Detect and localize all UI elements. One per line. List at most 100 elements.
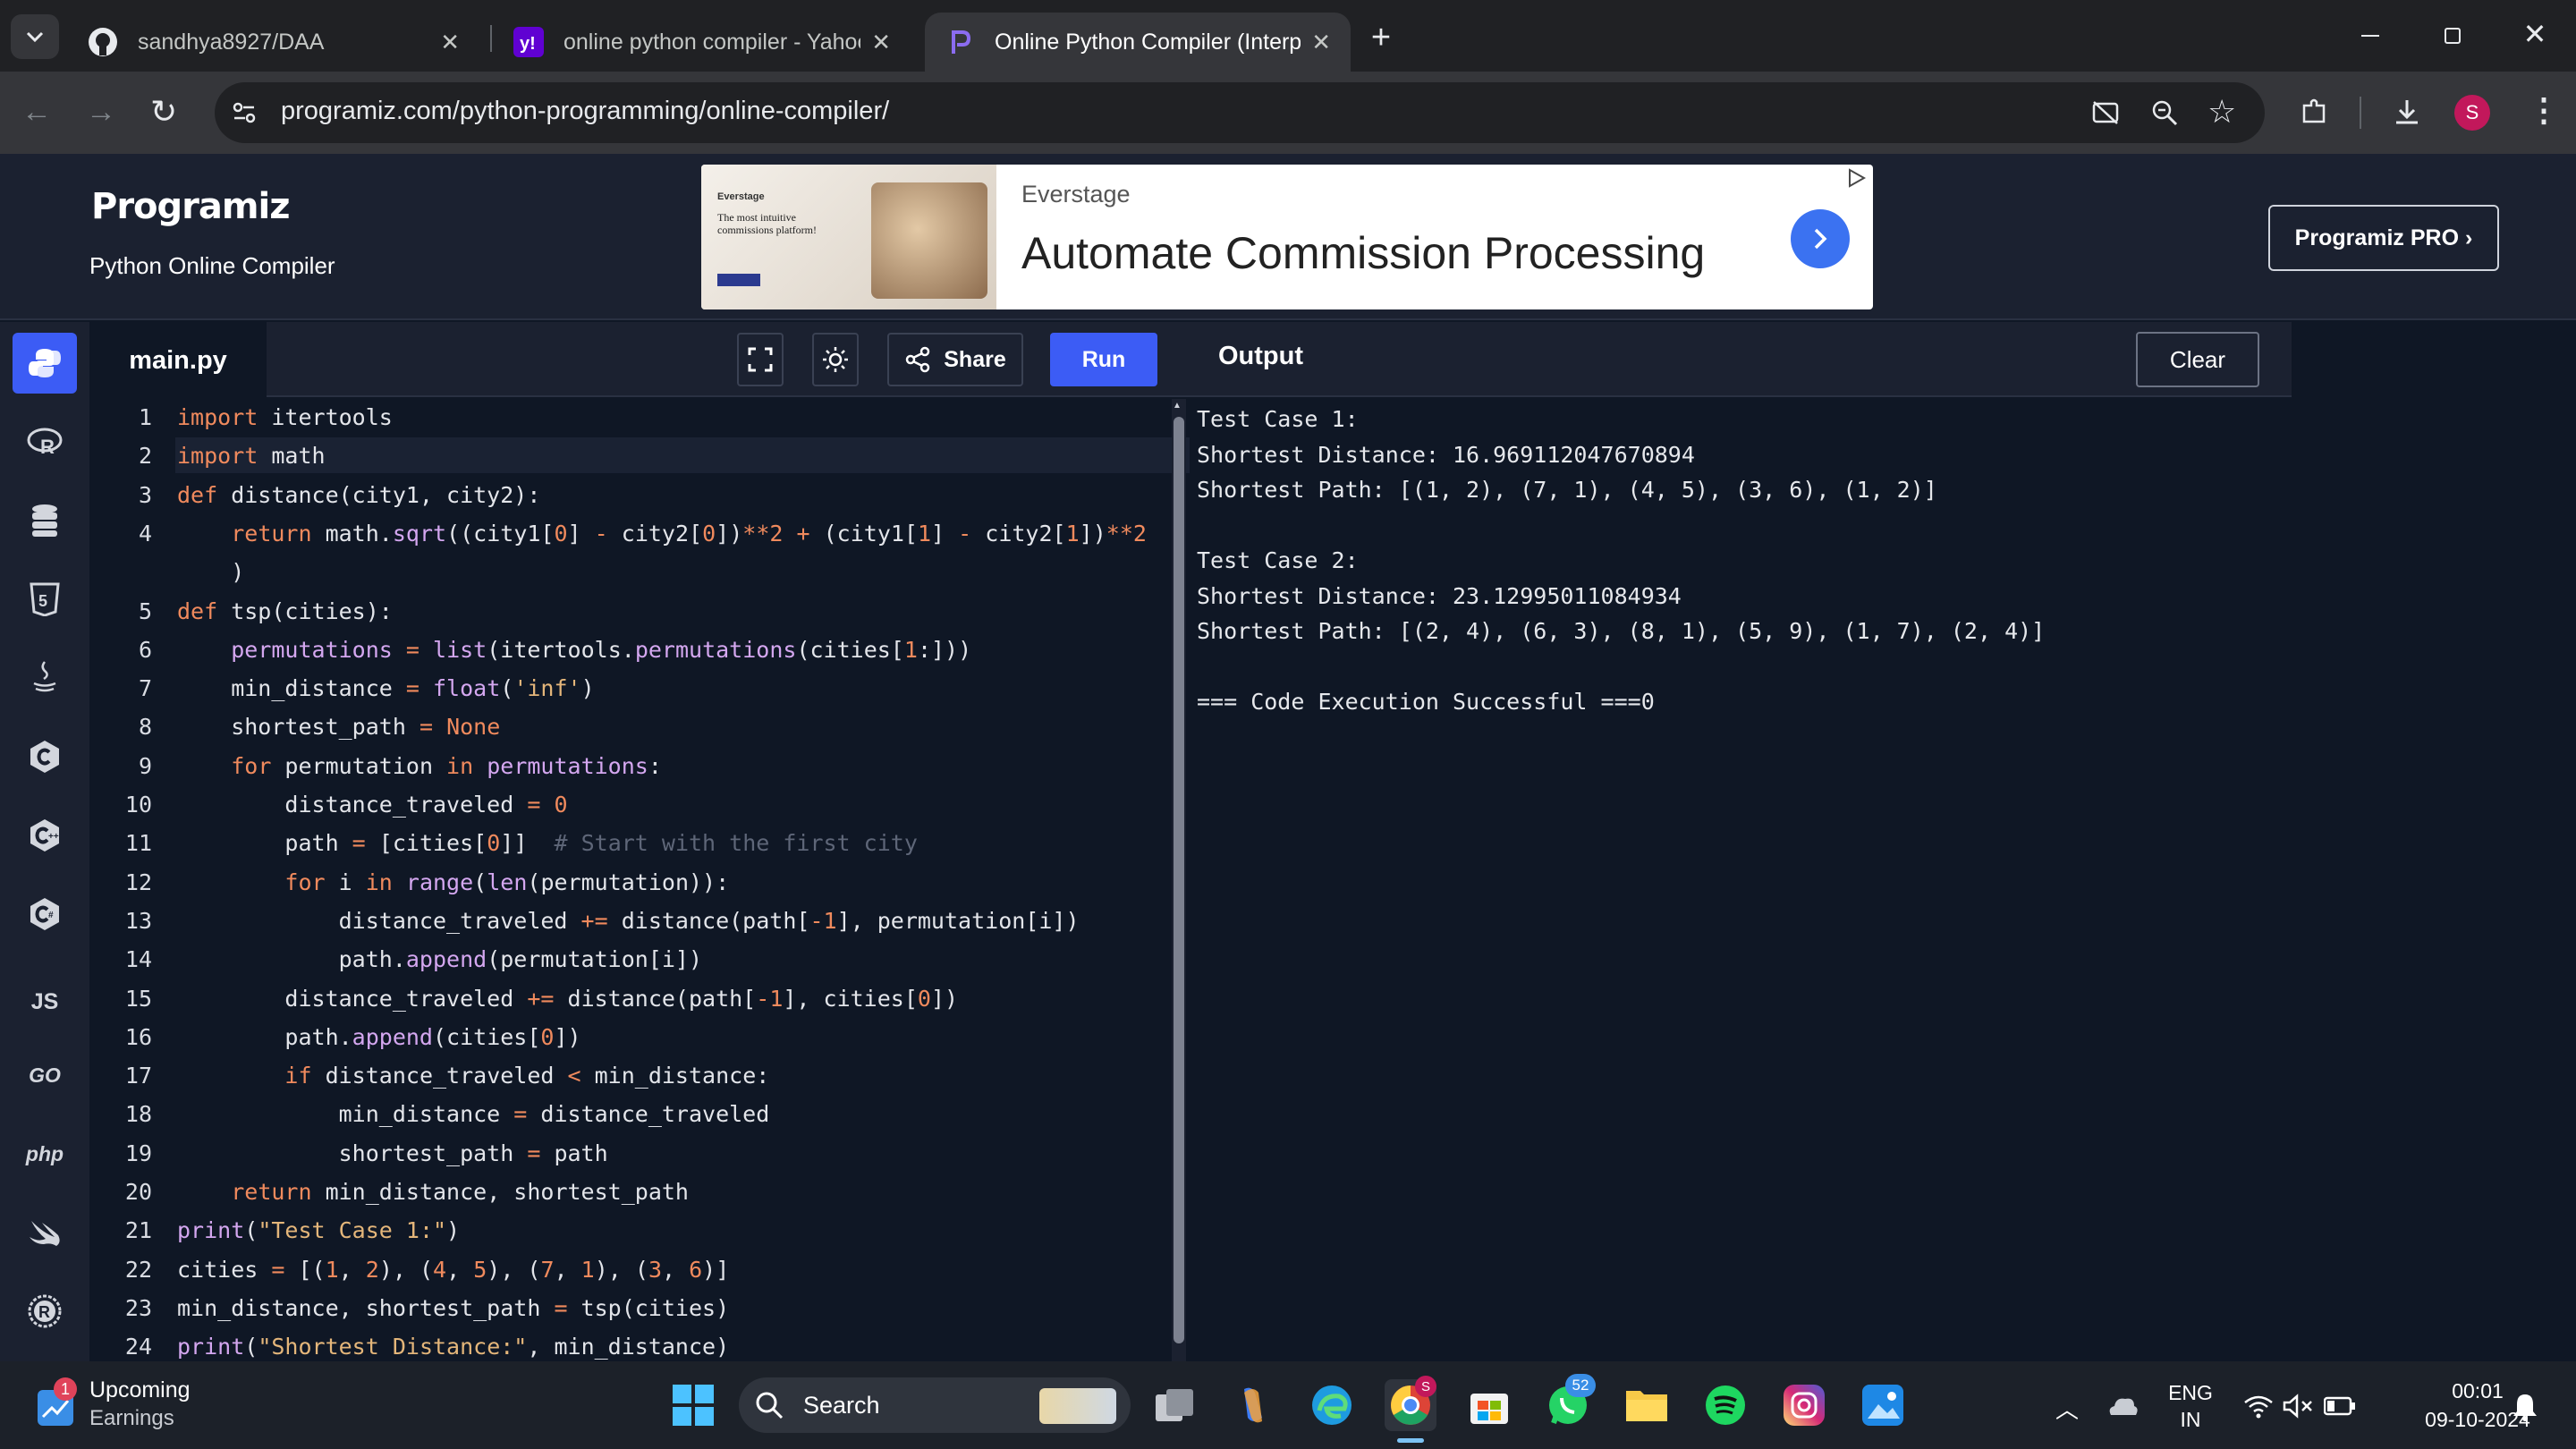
line-number: 2 (138, 443, 152, 470)
language-java[interactable] (13, 648, 77, 708)
line-number: 18 (124, 1101, 152, 1128)
extensions-icon[interactable] (2299, 97, 2329, 127)
input-language-top[interactable]: ENG (2159, 1381, 2222, 1405)
reload-button[interactable]: ↻ (150, 93, 177, 131)
browser-menu-icon[interactable]: ⋮ (2528, 91, 2560, 129)
restore-button[interactable] (2435, 18, 2470, 54)
file-explorer-app[interactable] (1621, 1379, 1673, 1431)
share-button[interactable]: Share (887, 333, 1023, 386)
input-language-bottom[interactable]: IN (2159, 1408, 2222, 1432)
code-line: ) (177, 559, 245, 586)
clear-button[interactable]: Clear (2136, 332, 2259, 387)
language-html[interactable]: 5 (13, 569, 77, 630)
start-button[interactable] (667, 1379, 719, 1431)
spotify-app[interactable] (1699, 1379, 1751, 1431)
output-line: Shortest Distance: 16.969112047670894 (1197, 441, 1695, 468)
no-tracking-icon[interactable] (2091, 98, 2120, 127)
ad-image-brand: Everstage (717, 191, 765, 202)
run-button[interactable]: Run (1050, 333, 1157, 386)
battery-icon[interactable] (2324, 1395, 2356, 1417)
language-r[interactable]: R (13, 411, 77, 472)
language-sql[interactable] (13, 490, 77, 551)
new-tab-button[interactable]: + (1360, 16, 1402, 59)
task-view-button[interactable] (1148, 1379, 1200, 1431)
go-icon: GO (29, 1063, 61, 1087)
site-info-icon[interactable] (231, 99, 258, 126)
file-tab-main[interactable]: main.py (89, 322, 267, 399)
language-go[interactable]: GO (13, 1045, 77, 1106)
tab-list-button[interactable] (11, 14, 59, 59)
js-icon: JS (30, 988, 59, 1014)
language-swift[interactable] (13, 1202, 77, 1263)
fullscreen-button[interactable] (737, 333, 784, 386)
code-line: min_distance, shortest_path = tsp(cities… (177, 1294, 730, 1321)
language-rust[interactable]: R (13, 1281, 77, 1342)
edge-app[interactable] (1306, 1379, 1358, 1431)
line-number: 21 (124, 1217, 152, 1244)
profile-avatar[interactable]: S (2454, 95, 2490, 131)
copilot-app[interactable] (1227, 1379, 1279, 1431)
close-icon[interactable]: ✕ (1311, 29, 1331, 56)
programiz-pro-button[interactable]: Programiz PRO › (2268, 205, 2499, 271)
ad-image-caption: The most intuitive commissions platform! (717, 211, 817, 236)
chevron-down-icon (26, 31, 44, 42)
browser-tab-programiz[interactable]: Online Python Compiler (Interp ✕ (925, 13, 1351, 72)
wifi-icon[interactable] (2243, 1394, 2274, 1419)
forward-button[interactable]: → (86, 95, 116, 130)
language-php[interactable]: php (13, 1123, 77, 1184)
line-number: 20 (124, 1179, 152, 1205)
download-icon[interactable] (2392, 97, 2422, 127)
ad-banner[interactable]: Everstage The most intuitive commissions… (701, 165, 1873, 309)
taskbar-search[interactable]: Search (739, 1377, 1131, 1433)
back-button[interactable]: ← (21, 95, 52, 130)
language-cpp[interactable]: ++ (13, 805, 77, 866)
volume-muted-icon[interactable] (2283, 1394, 2313, 1419)
ad-arrow-button[interactable] (1791, 209, 1850, 268)
photos-app[interactable] (1857, 1379, 1909, 1431)
code-line: for i in range(len(permutation)): (284, 869, 730, 895)
code-line: def tsp(cities): (177, 597, 393, 624)
editor-scrollbar-thumb[interactable] (1174, 417, 1184, 1343)
bookmark-star-icon[interactable]: ☆ (2207, 93, 2236, 131)
output-console[interactable]: Test Case 1: Shortest Distance: 16.969112… (1190, 399, 2292, 1361)
theme-toggle-button[interactable] (812, 333, 859, 386)
code-line: shortest_path = path (177, 1140, 608, 1166)
browser-tab-github[interactable]: sandhya8927/DAA ✕ (68, 13, 479, 72)
line-number: 17 (124, 1063, 152, 1089)
instagram-app[interactable] (1778, 1379, 1830, 1431)
language-c[interactable] (13, 726, 77, 787)
language-csharp[interactable]: # (13, 884, 77, 945)
windows-icon (673, 1385, 714, 1426)
microsoft-store-app[interactable] (1463, 1379, 1515, 1431)
line-number: 9 (138, 752, 152, 779)
sun-icon (823, 347, 848, 372)
browser-tab-yahoo[interactable]: y! online python compiler - Yahoo ✕ (494, 13, 911, 72)
code-line: min_distance = float('inf') (177, 675, 595, 702)
notification-bell-icon[interactable] (2512, 1392, 2538, 1422)
ad-brand: Everstage (1021, 181, 1131, 208)
code-line: def distance(city1, city2): (177, 481, 541, 508)
code-line: distance_traveled += distance(path[-1], … (177, 985, 959, 1012)
toolbar-divider (2360, 97, 2361, 129)
line-number: 1 (138, 404, 152, 430)
language-python[interactable] (13, 333, 77, 394)
widgets-button[interactable]: 1 Upcoming Earnings (34, 1377, 222, 1435)
close-window-button[interactable]: ✕ (2517, 16, 2553, 52)
code-line: path.append(permutation[i]) (177, 946, 703, 973)
python-icon (29, 349, 61, 377)
code-editor[interactable]: 1 import itertools 2 import math 3 def distan… (89, 397, 1243, 1437)
url-text[interactable]: programiz.com/python-programming/online-… (281, 97, 889, 126)
minimize-button[interactable] (2352, 18, 2388, 54)
onedrive-icon[interactable] (2106, 1392, 2140, 1420)
language-js[interactable]: JS (13, 971, 77, 1032)
programiz-logo[interactable]: Programiz (91, 186, 291, 227)
r-language-icon: R (27, 428, 63, 457)
close-icon[interactable]: ✕ (871, 29, 891, 56)
show-hidden-icons[interactable]: ︿ (2055, 1392, 2079, 1425)
svg-text:5: 5 (38, 592, 47, 610)
scroll-up-arrow[interactable]: ▲ (1173, 401, 1182, 411)
close-icon[interactable]: ✕ (440, 29, 460, 56)
copilot-icon (1244, 1387, 1262, 1423)
zoom-icon[interactable] (2150, 98, 2179, 127)
adchoices-icon[interactable] (1844, 166, 1868, 190)
